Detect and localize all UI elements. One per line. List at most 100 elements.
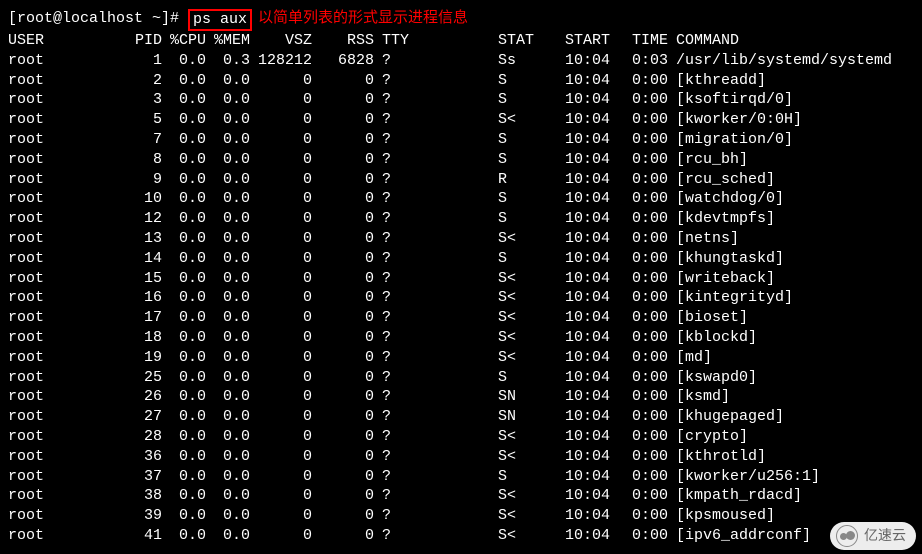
table-row: root360.00.000?S<10:040:00[kthrotld]	[8, 447, 922, 467]
cell-vsz: 0	[250, 288, 312, 308]
cell-cmd: [ksoftirqd/0]	[668, 90, 793, 110]
cell-tty: ?	[374, 189, 498, 209]
cell-user: root	[8, 130, 112, 150]
cell-pid: 26	[112, 387, 162, 407]
cell-time: 0:00	[620, 249, 668, 269]
cell-stat: S	[498, 71, 550, 91]
cell-rss: 0	[312, 486, 374, 506]
cell-mem: 0.0	[206, 90, 250, 110]
cell-rss: 0	[312, 71, 374, 91]
cell-cmd: /usr/lib/systemd/systemd	[668, 51, 892, 71]
cell-vsz: 0	[250, 189, 312, 209]
cell-start: 10:04	[550, 526, 620, 546]
cell-time: 0:00	[620, 407, 668, 427]
table-row: root50.00.000?S<10:040:00[kworker/0:0H]	[8, 110, 922, 130]
cell-time: 0:00	[620, 387, 668, 407]
cell-pid: 7	[112, 130, 162, 150]
cell-cmd: [ksmd]	[668, 387, 730, 407]
cell-rss: 0	[312, 110, 374, 130]
cell-start: 10:04	[550, 209, 620, 229]
cell-mem: 0.0	[206, 486, 250, 506]
cell-mem: 0.0	[206, 328, 250, 348]
cell-stat: S<	[498, 526, 550, 546]
cell-tty: ?	[374, 209, 498, 229]
cell-start: 10:04	[550, 288, 620, 308]
cell-tty: ?	[374, 526, 498, 546]
cell-start: 10:04	[550, 308, 620, 328]
cell-tty: ?	[374, 249, 498, 269]
cell-tty: ?	[374, 130, 498, 150]
cell-time: 0:03	[620, 51, 668, 71]
cell-rss: 0	[312, 506, 374, 526]
cell-vsz: 0	[250, 209, 312, 229]
cell-tty: ?	[374, 170, 498, 190]
cell-tty: ?	[374, 368, 498, 388]
cell-cpu: 0.0	[162, 170, 206, 190]
cell-pid: 36	[112, 447, 162, 467]
cell-vsz: 0	[250, 486, 312, 506]
cell-time: 0:00	[620, 189, 668, 209]
cell-mem: 0.0	[206, 110, 250, 130]
cell-time: 0:00	[620, 486, 668, 506]
cell-start: 10:04	[550, 51, 620, 71]
cell-mem: 0.0	[206, 407, 250, 427]
header-stat: STAT	[498, 31, 550, 51]
table-row: root80.00.000?S10:040:00[rcu_bh]	[8, 150, 922, 170]
cell-rss: 0	[312, 368, 374, 388]
cell-user: root	[8, 229, 112, 249]
command-highlight: ps aux	[188, 9, 252, 31]
cell-pid: 39	[112, 506, 162, 526]
table-row: root180.00.000?S<10:040:00[kblockd]	[8, 328, 922, 348]
cell-vsz: 0	[250, 368, 312, 388]
cell-start: 10:04	[550, 110, 620, 130]
cell-cpu: 0.0	[162, 229, 206, 249]
cell-tty: ?	[374, 447, 498, 467]
table-row: root90.00.000?R10:040:00[rcu_sched]	[8, 170, 922, 190]
cell-mem: 0.0	[206, 506, 250, 526]
cell-pid: 19	[112, 348, 162, 368]
cell-cmd: [khugepaged]	[668, 407, 784, 427]
cell-pid: 15	[112, 269, 162, 289]
cell-user: root	[8, 249, 112, 269]
cell-time: 0:00	[620, 526, 668, 546]
header-tty: TTY	[374, 31, 498, 51]
table-row: root190.00.000?S<10:040:00[md]	[8, 348, 922, 368]
cell-rss: 0	[312, 328, 374, 348]
cell-stat: S	[498, 467, 550, 487]
header-command: COMMAND	[668, 31, 739, 51]
cell-rss: 0	[312, 308, 374, 328]
cell-pid: 37	[112, 467, 162, 487]
cell-vsz: 0	[250, 229, 312, 249]
cell-tty: ?	[374, 269, 498, 289]
cell-cpu: 0.0	[162, 526, 206, 546]
cell-mem: 0.0	[206, 209, 250, 229]
header-mem: %MEM	[206, 31, 250, 51]
cell-mem: 0.0	[206, 71, 250, 91]
cell-cpu: 0.0	[162, 308, 206, 328]
cell-user: root	[8, 71, 112, 91]
cell-pid: 18	[112, 328, 162, 348]
cell-rss: 0	[312, 526, 374, 546]
cell-stat: S	[498, 189, 550, 209]
cell-cmd: [khungtaskd]	[668, 249, 784, 269]
cell-stat: S	[498, 368, 550, 388]
header-time: TIME	[620, 31, 668, 51]
cell-vsz: 0	[250, 328, 312, 348]
table-row: root100.00.000?S10:040:00[watchdog/0]	[8, 189, 922, 209]
cell-mem: 0.3	[206, 51, 250, 71]
cell-vsz: 0	[250, 407, 312, 427]
table-row: root160.00.000?S<10:040:00[kintegrityd]	[8, 288, 922, 308]
cell-vsz: 0	[250, 269, 312, 289]
cell-vsz: 0	[250, 526, 312, 546]
cell-cmd: [netns]	[668, 229, 739, 249]
cell-rss: 0	[312, 170, 374, 190]
cell-cmd: [kworker/0:0H]	[668, 110, 802, 130]
cell-cmd: [rcu_bh]	[668, 150, 748, 170]
cell-cmd: [writeback]	[668, 269, 775, 289]
cell-user: root	[8, 51, 112, 71]
table-row: root260.00.000?SN10:040:00[ksmd]	[8, 387, 922, 407]
cell-stat: S<	[498, 328, 550, 348]
cell-time: 0:00	[620, 308, 668, 328]
cell-cmd: [watchdog/0]	[668, 189, 784, 209]
cell-pid: 8	[112, 150, 162, 170]
